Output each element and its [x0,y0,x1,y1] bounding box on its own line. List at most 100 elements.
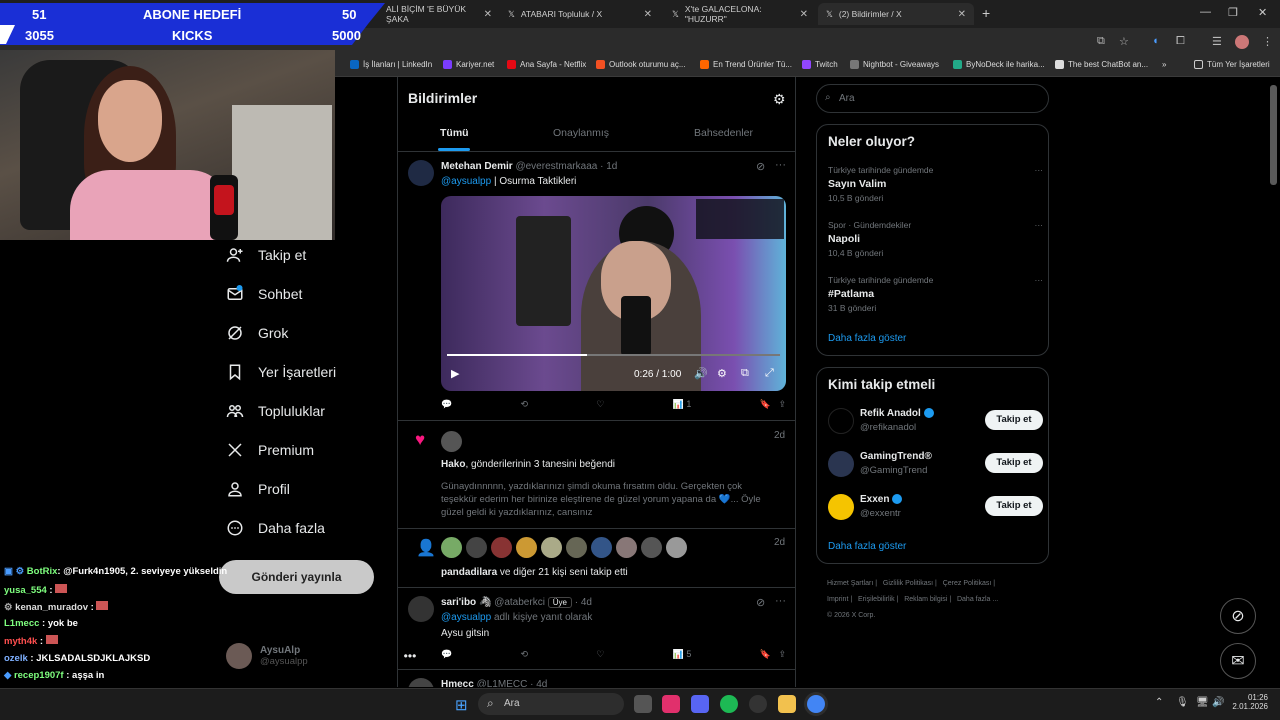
new-tab-icon[interactable]: + [982,5,990,21]
media-icon[interactable]: ☰ [1212,35,1222,48]
instagram-icon[interactable] [662,695,680,713]
profile-avatar[interactable] [1235,35,1249,49]
microphone-icon[interactable]: 🎙 [1176,697,1189,708]
share-icon[interactable]: ⇪ [778,649,786,659]
grok-icon[interactable]: ⊘ [756,596,765,609]
windows-start-icon[interactable]: ⊞ [455,696,468,714]
show-more-link[interactable]: Daha fazla göster [828,541,906,552]
nav-bookmarks[interactable]: Yer İşaretleri [226,363,336,381]
share-icon[interactable]: ⇪ [778,399,786,409]
follow-notification[interactable]: 👤 2d pandadilara ve diğer 21 kişi seni t… [398,529,795,587]
footer-link[interactable]: Reklam bilgisi [904,596,947,603]
close-icon[interactable]: ✕ [958,9,966,20]
bookmark-star-icon[interactable]: ☆ [1119,35,1129,48]
tweet[interactable]: sari'ibo 🦓 @ataberkci Üye · 4d ⊘ ··· @ay… [398,588,795,668]
footer-link[interactable]: Çerez Politikası [943,580,992,587]
settings-gear-icon[interactable]: ⚙ [773,91,786,108]
scrollbar[interactable] [1270,85,1277,185]
grok-float-button[interactable]: ⊘ [1220,598,1256,634]
nav-communities[interactable]: Topluluklar [226,402,325,420]
steam-icon[interactable] [749,695,767,713]
search-input[interactable]: ⌕ Ara [816,84,1049,113]
tray-chevron-icon[interactable]: ⌃ [1155,697,1163,708]
more-icon[interactable]: ··· [775,159,786,171]
tab-mentions[interactable]: Bahsedenler [694,127,753,139]
browser-tab[interactable]: ALİ BİÇİM 'E BÜYÜK ŞAKA ✕ [378,3,500,25]
bookmark-item[interactable]: The best ChatBot an... [1055,60,1148,69]
suggested-user[interactable]: GamingTrend® @GamingTrend Takip et [828,449,1043,479]
follow-button[interactable]: Takip et [985,496,1043,516]
minimize-icon[interactable]: — [1200,6,1211,18]
follow-button[interactable]: Takip et [985,410,1043,430]
task-view-icon[interactable] [634,695,652,713]
footer-link[interactable]: Imprint [827,596,848,603]
video-player[interactable]: ▶ 0:26 / 1:00 🔊 ⚙ ⧉ ⤢ [441,196,786,391]
views-count[interactable]: 📊 5 [673,649,692,660]
nav-premium[interactable]: Premium [226,441,314,459]
reply-icon[interactable]: 💬 [441,649,452,660]
maximize-icon[interactable]: ❐ [1228,6,1238,19]
play-icon[interactable]: ▶ [451,367,459,380]
bookmark-item[interactable]: Kariyer.net [443,60,494,69]
footer-link[interactable]: Daha fazla ... [957,596,998,603]
post-button[interactable]: Gönderi yayınla [219,560,374,594]
extensions-puzzle-icon[interactable]: ⧠ [1176,35,1185,48]
tab-all[interactable]: Tümü [440,127,469,139]
bookmark-item[interactable]: Ana Sayfa - Netflix [507,60,586,69]
like-notification[interactable]: ♥ 2d Hako, gönderilerinin 3 tanesini beğ… [398,421,795,528]
close-icon[interactable]: ✕ [800,9,808,20]
footer-link[interactable]: Hizmet Şartları [827,580,873,587]
settings-icon[interactable]: ⚙ [717,367,727,380]
messages-float-button[interactable]: ✉ [1220,643,1256,679]
taskbar-search[interactable]: ⌕ Ara [478,693,624,715]
bookmark-item[interactable]: ByNoDeck ile harika... [953,60,1045,69]
more-icon[interactable]: ··· [775,595,786,607]
network-icon[interactable]: 🖥 [1196,697,1209,708]
like-icon[interactable]: ♡ [596,649,604,660]
video-progress-bar[interactable] [447,354,780,356]
trend-item[interactable]: Spor · Gündemdekiler Napoli 10,4 B gönderi… [828,220,1043,258]
browser-tab-active[interactable]: 𝕏 (2) Bildirimler / X ✕ [818,3,974,25]
close-icon[interactable]: ✕ [484,9,492,20]
nav-follow[interactable]: Takip et [226,246,306,264]
nav-grok[interactable]: Grok [226,324,288,342]
window-close-icon[interactable]: ✕ [1258,6,1267,19]
browser-tab[interactable]: 𝕏 ATABARI Topluluk / X ✕ [500,3,660,25]
spotify-icon[interactable] [720,695,738,713]
nav-more[interactable]: Daha fazla [226,519,325,537]
browser-tab[interactable]: 𝕏 X'te GALACELONA: "HUZURR" ✕ [664,3,816,25]
pip-icon[interactable]: ⧉ [741,367,749,380]
kebab-menu-icon[interactable]: ⋮ [1262,35,1273,48]
follow-button[interactable]: Takip et [985,453,1043,473]
bookmark-icon[interactable]: 🔖 [760,649,771,659]
file-explorer-icon[interactable] [778,695,796,713]
bookmark-item[interactable]: Outlook oturumu aç... [596,60,685,69]
footer-link[interactable]: Erişilebilirlik [858,596,895,603]
nav-chat[interactable]: Sohbet [226,285,302,303]
bookmark-icon[interactable]: 🔖 [760,399,771,409]
views-count[interactable]: 📊 1 [673,399,692,410]
reply-icon[interactable]: 💬 [441,399,452,410]
more-icon[interactable]: ··· [1035,275,1044,285]
bookmark-item[interactable]: Twitch [802,60,838,69]
install-app-icon[interactable]: ⧉ [1097,35,1105,48]
account-switcher[interactable]: AysuAlp @aysualpp ••• [226,643,416,669]
volume-icon[interactable]: 🔊 [1212,697,1224,708]
discord-icon[interactable] [691,695,709,713]
show-more-link[interactable]: Daha fazla göster [828,333,906,344]
tweet[interactable]: Hmecc @L1MECC · 4d [398,670,795,687]
suggested-user[interactable]: Exxen @exxentr Takip et [828,492,1043,522]
footer-link[interactable]: Gizlilik Politikası [883,580,933,587]
bookmark-item[interactable]: Nightbot - Giveaways [850,60,939,69]
tab-verified[interactable]: Onaylanmış [553,127,609,139]
chrome-icon[interactable] [807,695,825,713]
all-bookmarks[interactable]: Tüm Yer İşaretleri [1194,60,1270,69]
extension-icon[interactable]: ◖ [1152,35,1159,47]
close-icon[interactable]: ✕ [644,9,652,20]
trend-item[interactable]: Türkiye tarihinde gündemde Sayın Valim 10,… [828,165,1043,203]
more-icon[interactable]: ··· [1035,220,1044,230]
bookmarks-chevron-icon[interactable]: » [1162,60,1166,69]
retweet-icon[interactable]: ⟲ [521,649,529,660]
trend-item[interactable]: Türkiye tarihinde gündemde #Patlama 31 B g… [828,275,1043,313]
clock[interactable]: 01:26 2.01.2026 [1232,693,1268,711]
